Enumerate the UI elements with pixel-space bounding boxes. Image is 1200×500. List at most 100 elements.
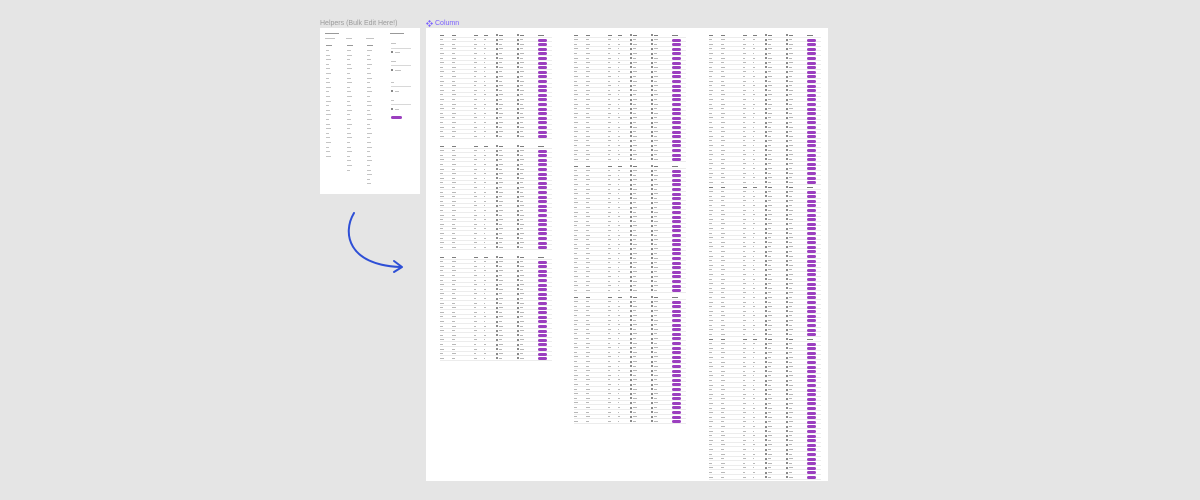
row-checkbox[interactable] bbox=[765, 416, 767, 419]
row-action-button[interactable] bbox=[538, 112, 547, 116]
row-checkbox[interactable] bbox=[651, 149, 653, 152]
table-row[interactable] bbox=[709, 222, 821, 226]
row-action-button[interactable] bbox=[538, 61, 547, 65]
row-action-button[interactable] bbox=[538, 43, 547, 47]
row-checkbox[interactable] bbox=[786, 420, 788, 423]
row-checkbox[interactable] bbox=[517, 265, 519, 268]
row-action-button[interactable] bbox=[807, 61, 816, 65]
row-action-button[interactable] bbox=[807, 158, 816, 162]
row-checkbox[interactable] bbox=[765, 466, 767, 469]
row-checkbox[interactable] bbox=[786, 213, 788, 216]
table-row[interactable] bbox=[440, 279, 552, 282]
row-action-button[interactable] bbox=[538, 338, 547, 342]
row-action-button[interactable] bbox=[807, 57, 816, 60]
row-checkbox[interactable] bbox=[765, 176, 767, 179]
table-row[interactable] bbox=[574, 201, 686, 205]
table-row[interactable] bbox=[440, 329, 552, 333]
table-row[interactable] bbox=[709, 176, 821, 180]
row-checkbox[interactable] bbox=[765, 121, 767, 124]
row-checkbox[interactable] bbox=[630, 57, 632, 60]
table-row[interactable] bbox=[574, 93, 686, 97]
row-checkbox[interactable] bbox=[630, 360, 632, 363]
row-checkbox[interactable] bbox=[496, 98, 498, 101]
table-row[interactable] bbox=[709, 162, 821, 166]
row-checkbox[interactable] bbox=[630, 420, 632, 423]
row-checkbox[interactable] bbox=[630, 43, 632, 46]
row-checkbox[interactable] bbox=[651, 47, 653, 50]
row-checkbox[interactable] bbox=[786, 250, 788, 253]
header-checkbox[interactable] bbox=[630, 165, 632, 168]
row-action-button[interactable] bbox=[807, 471, 816, 475]
row-checkbox[interactable] bbox=[786, 361, 788, 364]
table-row[interactable] bbox=[574, 183, 686, 187]
row-checkbox[interactable] bbox=[786, 388, 788, 391]
table-row[interactable] bbox=[709, 195, 821, 199]
row-checkbox[interactable] bbox=[765, 411, 767, 414]
table-row[interactable] bbox=[440, 158, 552, 162]
row-checkbox[interactable] bbox=[496, 288, 498, 291]
row-checkbox[interactable] bbox=[630, 144, 632, 147]
row-checkbox[interactable] bbox=[786, 204, 788, 207]
row-checkbox[interactable] bbox=[786, 227, 788, 230]
table-row[interactable] bbox=[440, 43, 552, 47]
row-checkbox[interactable] bbox=[786, 218, 788, 221]
row-checkbox[interactable] bbox=[765, 356, 767, 359]
row-checkbox[interactable] bbox=[517, 329, 519, 332]
row-checkbox[interactable] bbox=[765, 402, 767, 405]
row-checkbox[interactable] bbox=[765, 103, 767, 106]
row-checkbox[interactable] bbox=[651, 243, 653, 246]
row-checkbox[interactable] bbox=[765, 116, 767, 119]
table-row[interactable] bbox=[574, 169, 686, 173]
row-checkbox[interactable] bbox=[517, 241, 519, 244]
row-action-button[interactable] bbox=[807, 241, 816, 245]
row-checkbox[interactable] bbox=[786, 319, 788, 322]
row-action-button[interactable] bbox=[807, 397, 816, 401]
row-action-button[interactable] bbox=[807, 209, 816, 212]
row-action-button[interactable] bbox=[538, 154, 547, 158]
row-checkbox[interactable] bbox=[630, 103, 632, 106]
header-checkbox[interactable] bbox=[496, 256, 498, 259]
row-checkbox[interactable] bbox=[496, 43, 498, 46]
row-checkbox[interactable] bbox=[630, 252, 632, 255]
row-checkbox[interactable] bbox=[630, 284, 632, 287]
row-action-button[interactable] bbox=[672, 158, 681, 162]
row-action-button[interactable] bbox=[538, 70, 547, 74]
table-row[interactable] bbox=[709, 149, 821, 152]
table-row[interactable] bbox=[440, 352, 552, 356]
row-checkbox[interactable] bbox=[786, 75, 788, 78]
row-checkbox[interactable] bbox=[786, 89, 788, 92]
row-checkbox[interactable] bbox=[517, 260, 519, 263]
table-row[interactable] bbox=[440, 84, 552, 88]
row-checkbox[interactable] bbox=[496, 302, 498, 305]
table-row[interactable] bbox=[440, 66, 552, 70]
row-checkbox[interactable] bbox=[786, 259, 788, 262]
row-checkbox[interactable] bbox=[765, 84, 767, 87]
table-row[interactable] bbox=[440, 246, 552, 250]
row-checkbox[interactable] bbox=[765, 213, 767, 216]
table-row[interactable] bbox=[709, 420, 821, 424]
row-action-button[interactable] bbox=[538, 218, 547, 222]
row-action-button[interactable] bbox=[807, 379, 816, 383]
row-checkbox[interactable] bbox=[630, 369, 632, 372]
row-action-button[interactable] bbox=[672, 257, 681, 260]
table-row[interactable] bbox=[709, 407, 821, 410]
table-row[interactable] bbox=[574, 215, 686, 219]
table-row[interactable] bbox=[709, 328, 821, 332]
row-checkbox[interactable] bbox=[496, 357, 498, 360]
table-row[interactable] bbox=[709, 139, 821, 143]
table-row[interactable] bbox=[709, 278, 821, 281]
row-action-button[interactable] bbox=[807, 301, 816, 304]
table-row[interactable] bbox=[440, 154, 552, 158]
row-action-button[interactable] bbox=[672, 337, 681, 341]
row-action-button[interactable] bbox=[672, 192, 681, 196]
table-row[interactable] bbox=[440, 186, 552, 190]
row-checkbox[interactable] bbox=[786, 43, 788, 46]
row-checkbox[interactable] bbox=[630, 89, 632, 92]
row-action-button[interactable] bbox=[807, 204, 816, 208]
row-checkbox[interactable] bbox=[496, 283, 498, 286]
row-checkbox[interactable] bbox=[496, 241, 498, 244]
row-checkbox[interactable] bbox=[517, 61, 519, 64]
row-checkbox[interactable] bbox=[765, 61, 767, 64]
row-checkbox[interactable] bbox=[630, 388, 632, 391]
table-row[interactable] bbox=[440, 241, 552, 245]
